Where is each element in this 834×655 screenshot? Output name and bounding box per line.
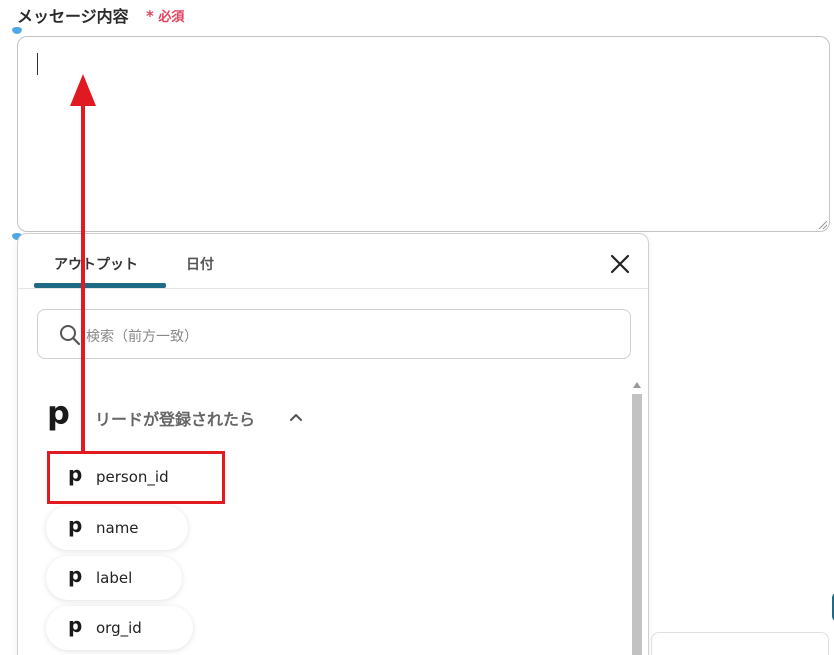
background-card — [651, 632, 829, 655]
annotation-arrow — [70, 74, 96, 451]
